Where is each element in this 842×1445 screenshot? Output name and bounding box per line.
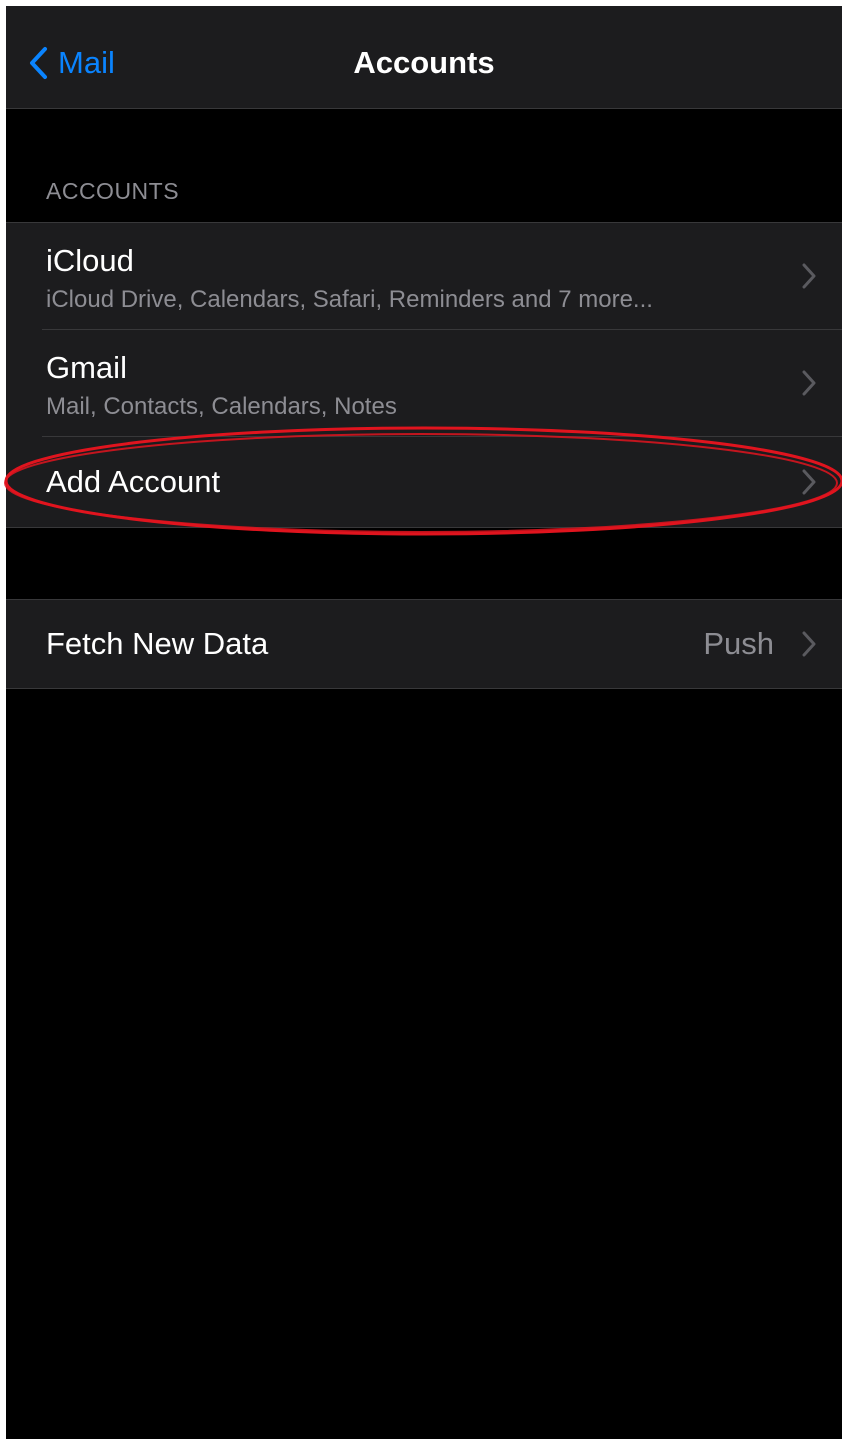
account-services: Mail, Contacts, Calendars, Notes — [46, 393, 397, 420]
account-name: Gmail — [46, 350, 127, 385]
account-name: iCloud — [46, 243, 134, 278]
chevron-right-icon — [802, 469, 816, 495]
accounts-screen: Mail Accounts ACCOUNTS iCloud iCloud Dri… — [6, 6, 842, 1439]
accounts-list: iCloud iCloud Drive, Calendars, Safari, … — [6, 222, 842, 528]
add-account-label: Add Account — [46, 464, 221, 499]
chevron-right-icon — [802, 263, 816, 289]
account-row-gmail[interactable]: Gmail Mail, Contacts, Calendars, Notes — [6, 330, 842, 436]
fetch-mode-value: Push — [703, 626, 774, 661]
fetch-new-data-row[interactable]: Fetch New Data Push — [6, 600, 842, 688]
navigation-bar: Mail Accounts — [6, 6, 842, 109]
account-services: iCloud Drive, Calendars, Safari, Reminde… — [46, 286, 653, 313]
add-account-button[interactable]: Add Account — [6, 437, 842, 527]
section-header-accounts: ACCOUNTS — [46, 178, 180, 204]
fetch-settings-group: Fetch New Data Push — [6, 599, 842, 689]
chevron-right-icon — [802, 631, 816, 657]
chevron-right-icon — [802, 370, 816, 396]
page-title: Accounts — [353, 45, 495, 80]
fetch-new-data-label: Fetch New Data — [46, 626, 269, 661]
account-row-icloud[interactable]: iCloud iCloud Drive, Calendars, Safari, … — [6, 223, 842, 329]
